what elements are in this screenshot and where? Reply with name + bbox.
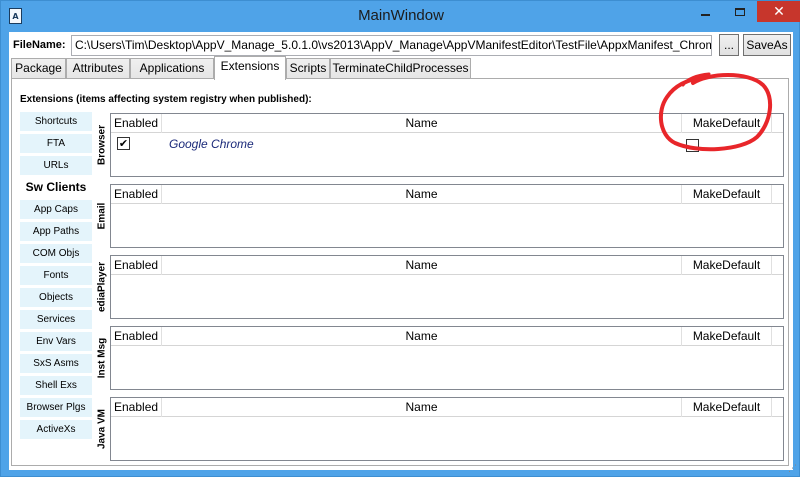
column-header-makedefault[interactable]: MakeDefault xyxy=(682,327,772,346)
maximize-button[interactable] xyxy=(723,1,757,22)
group-email: Email Enabled Name MakeDefault xyxy=(94,184,784,248)
minimize-icon xyxy=(700,13,710,16)
column-header-enabled[interactable]: Enabled xyxy=(111,185,162,204)
sidebar-item-fta[interactable]: FTA xyxy=(20,134,92,153)
column-header-name[interactable]: Name xyxy=(162,114,682,133)
grid-email[interactable]: Enabled Name MakeDefault xyxy=(110,184,784,248)
minimize-button[interactable] xyxy=(688,1,722,22)
column-header-enabled[interactable]: Enabled xyxy=(111,398,162,417)
close-icon: ✕ xyxy=(773,3,785,20)
column-header-enabled[interactable]: Enabled xyxy=(111,256,162,275)
sidebar-item-services[interactable]: Services xyxy=(20,310,92,329)
group-label-inst-msg: Inst Msg xyxy=(96,337,108,379)
group-java-vm: Java VM Enabled Name MakeDefault xyxy=(94,397,784,461)
row-name: Google Chrome xyxy=(169,137,254,151)
group-mediaplayer: ediaPlayer Enabled Name MakeDefault xyxy=(94,255,784,319)
tab-terminatechildprocesses[interactable]: TerminateChildProcesses xyxy=(330,58,471,79)
close-button[interactable]: ✕ xyxy=(757,1,800,22)
sidebar-item-activexs[interactable]: ActiveXs xyxy=(20,420,92,439)
filename-label: FileName: xyxy=(13,39,66,51)
grid-header: Enabled Name MakeDefault xyxy=(111,398,783,417)
sidebar-item-sw-clients[interactable]: Sw Clients xyxy=(20,178,92,197)
saveas-button[interactable]: SaveAs xyxy=(743,34,791,56)
resize-grip-icon[interactable]: ⋰ xyxy=(788,464,797,474)
column-header-makedefault[interactable]: MakeDefault xyxy=(682,398,772,417)
tab-extensions[interactable]: Extensions xyxy=(214,56,286,80)
tab-scripts[interactable]: Scripts xyxy=(286,58,330,79)
group-label-browser: Browser xyxy=(96,124,108,166)
column-header-enabled[interactable]: Enabled xyxy=(111,327,162,346)
sidebar-item-com-objs[interactable]: COM Objs xyxy=(20,244,92,263)
sidebar-item-fonts[interactable]: Fonts xyxy=(20,266,92,285)
grid-header: Enabled Name MakeDefault xyxy=(111,327,783,346)
column-header-name[interactable]: Name xyxy=(162,398,682,417)
column-header-makedefault[interactable]: MakeDefault xyxy=(682,256,772,275)
column-header-enabled[interactable]: Enabled xyxy=(111,114,162,133)
grid-java-vm[interactable]: Enabled Name MakeDefault xyxy=(110,397,784,461)
extensions-section-title: Extensions (items affecting system regis… xyxy=(20,94,312,105)
filename-bar: FileName: C:\Users\Tim\Desktop\AppV_Mana… xyxy=(13,34,791,56)
grid-mediaplayer[interactable]: Enabled Name MakeDefault xyxy=(110,255,784,319)
sidebar-item-browser-plgs[interactable]: Browser Plgs xyxy=(20,398,92,417)
column-header-name[interactable]: Name xyxy=(162,256,682,275)
column-header-name[interactable]: Name xyxy=(162,185,682,204)
group-label-java-vm: Java VM xyxy=(96,408,108,450)
tab-applications[interactable]: Applications xyxy=(130,58,214,79)
filename-input[interactable]: C:\Users\Tim\Desktop\AppV_Manage_5.0.1.0… xyxy=(71,35,712,56)
annotation-circle xyxy=(658,72,773,152)
group-inst-msg: Inst Msg Enabled Name MakeDefault xyxy=(94,326,784,390)
group-label-email: Email xyxy=(96,202,108,230)
sidebar-item-env-vars[interactable]: Env Vars xyxy=(20,332,92,351)
sidebar-item-sxs-asms[interactable]: SxS Asms xyxy=(20,354,92,373)
tab-package[interactable]: Package xyxy=(11,58,66,79)
grid-header: Enabled Name MakeDefault xyxy=(111,185,783,204)
sidebar-item-app-caps[interactable]: App Caps xyxy=(20,200,92,219)
grid-inst-msg[interactable]: Enabled Name MakeDefault xyxy=(110,326,784,390)
browse-button[interactable]: ... xyxy=(719,34,739,56)
grid-header: Enabled Name MakeDefault xyxy=(111,256,783,275)
sidebar-item-urls[interactable]: URLs xyxy=(20,156,92,175)
title-bar[interactable]: A MainWindow ✕ xyxy=(1,1,800,32)
maximize-icon xyxy=(735,7,745,16)
sidebar-item-app-paths[interactable]: App Paths xyxy=(20,222,92,241)
column-header-makedefault[interactable]: MakeDefault xyxy=(682,185,772,204)
sidebar-item-shell-exs[interactable]: Shell Exs xyxy=(20,376,92,395)
window-title: MainWindow xyxy=(358,7,444,24)
tab-attributes[interactable]: Attributes xyxy=(66,58,130,79)
column-header-name[interactable]: Name xyxy=(162,327,682,346)
sidebar-item-shortcuts[interactable]: Shortcuts xyxy=(20,112,92,131)
main-window: A MainWindow ✕ FileName: C:\Users\Tim\De… xyxy=(0,0,800,477)
group-label-mediaplayer: ediaPlayer xyxy=(96,261,108,313)
sidebar-item-objects[interactable]: Objects xyxy=(20,288,92,307)
enabled-checkbox[interactable]: ✔ xyxy=(117,137,130,150)
